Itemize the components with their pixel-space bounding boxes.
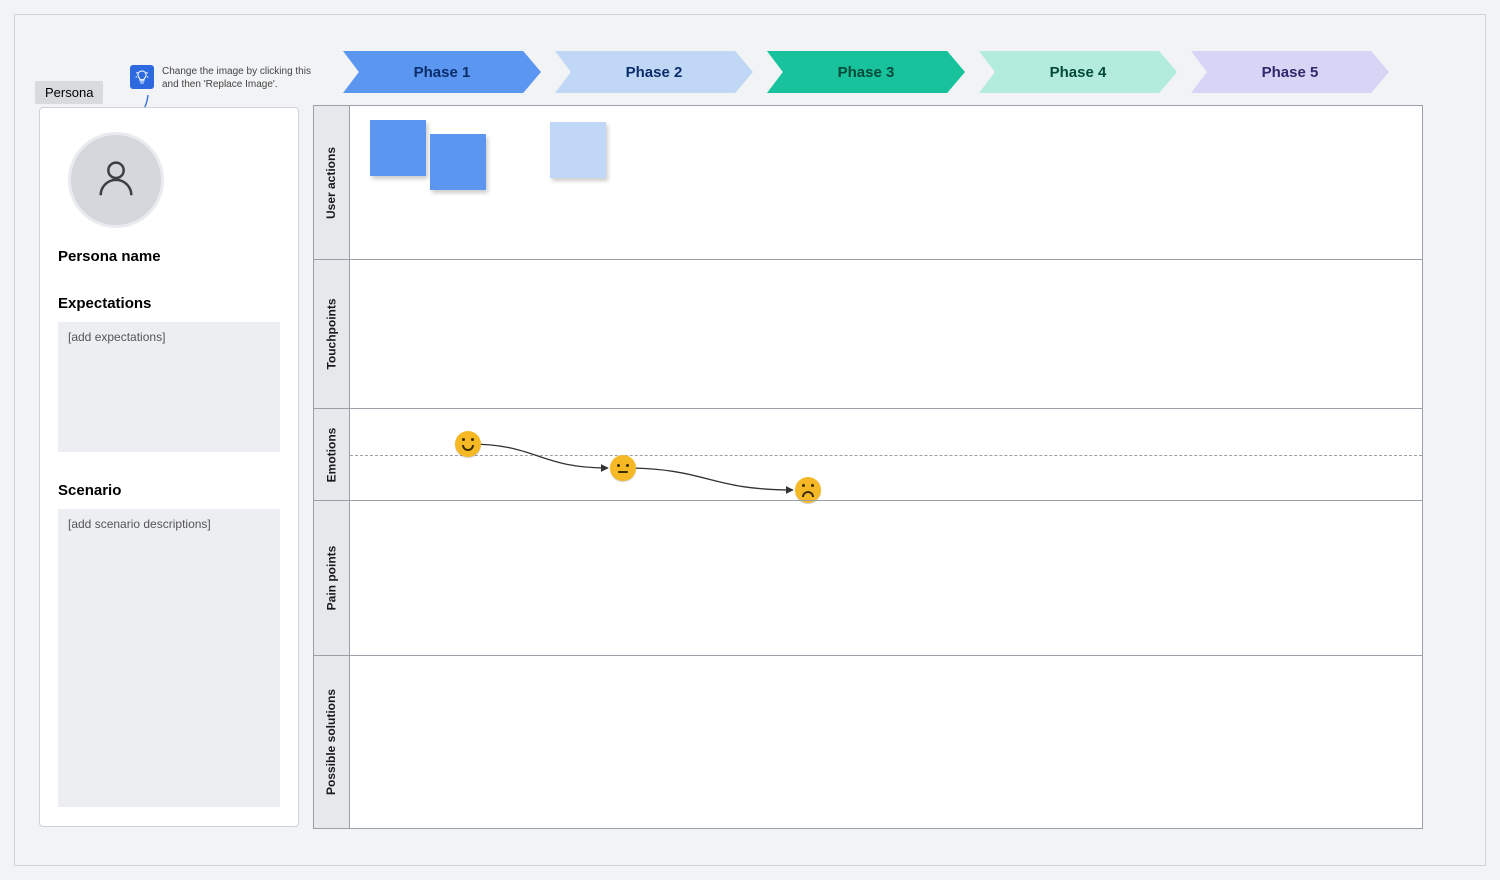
tip-callout: Change the image by clicking this and th… bbox=[130, 65, 330, 91]
row-label-cell: Emotions bbox=[314, 409, 350, 500]
row-label: Pain points bbox=[325, 546, 339, 611]
phase-2[interactable]: Phase 2 bbox=[555, 51, 753, 93]
row-label-cell: Touchpoints bbox=[314, 260, 350, 408]
phase-5[interactable]: Phase 5 bbox=[1191, 51, 1389, 93]
row-emotions: Emotions bbox=[314, 408, 1422, 500]
row-label-cell: Possible solutions bbox=[314, 656, 350, 828]
expectations-title: Expectations bbox=[58, 295, 280, 312]
persona-card: Persona name Expectations [add expectati… bbox=[39, 107, 299, 827]
phases-row: Phase 1 Phase 2 Phase 3 Phase 4 Phase 5 bbox=[343, 51, 1389, 93]
phase-label: Phase 5 bbox=[1262, 64, 1319, 81]
row-touchpoints: Touchpoints bbox=[314, 259, 1422, 408]
emoji-happy-icon[interactable] bbox=[455, 431, 481, 457]
phase-4[interactable]: Phase 4 bbox=[979, 51, 1177, 93]
row-label-cell: Pain points bbox=[314, 501, 350, 655]
scenario-input[interactable]: [add scenario descriptions] bbox=[58, 509, 280, 807]
phase-label: Phase 4 bbox=[1050, 64, 1107, 81]
tip-text: Change the image by clicking this and th… bbox=[162, 65, 322, 91]
row-label: Emotions bbox=[325, 427, 339, 482]
row-pain_points: Pain points bbox=[314, 500, 1422, 655]
sticky-note[interactable] bbox=[430, 134, 486, 190]
phase-3[interactable]: Phase 3 bbox=[767, 51, 965, 93]
person-icon bbox=[93, 155, 139, 206]
sticky-note[interactable] bbox=[550, 122, 606, 178]
lightbulb-icon bbox=[130, 65, 154, 89]
phase-label: Phase 3 bbox=[838, 64, 895, 81]
sticky-note[interactable] bbox=[370, 120, 426, 176]
row-content[interactable] bbox=[350, 656, 1422, 828]
persona-name[interactable]: Persona name bbox=[58, 248, 280, 265]
persona-tag[interactable]: Persona bbox=[35, 81, 103, 104]
row-user_actions: User actions bbox=[314, 106, 1422, 259]
phase-label: Phase 1 bbox=[414, 64, 471, 81]
emoji-neutral-icon[interactable] bbox=[610, 455, 636, 481]
persona-tag-label: Persona bbox=[45, 85, 93, 100]
row-label: Possible solutions bbox=[325, 689, 339, 795]
scenario-placeholder: [add scenario descriptions] bbox=[68, 517, 211, 531]
row-label-cell: User actions bbox=[314, 106, 350, 259]
row-label: Touchpoints bbox=[325, 298, 339, 369]
phase-1[interactable]: Phase 1 bbox=[343, 51, 541, 93]
row-solutions: Possible solutions bbox=[314, 655, 1422, 828]
expectations-placeholder: [add expectations] bbox=[68, 330, 165, 344]
expectations-input[interactable]: [add expectations] bbox=[58, 322, 280, 452]
emotions-curve bbox=[350, 409, 1422, 500]
row-label: User actions bbox=[325, 146, 339, 218]
row-content[interactable] bbox=[350, 106, 1422, 259]
row-content[interactable] bbox=[350, 409, 1422, 500]
phase-label: Phase 2 bbox=[626, 64, 683, 81]
avatar-placeholder[interactable] bbox=[68, 132, 164, 228]
scenario-title: Scenario bbox=[58, 482, 280, 499]
journey-grid: User actions Touchpoints Emotions Pain p… bbox=[313, 105, 1423, 829]
row-content[interactable] bbox=[350, 501, 1422, 655]
row-content[interactable] bbox=[350, 260, 1422, 408]
